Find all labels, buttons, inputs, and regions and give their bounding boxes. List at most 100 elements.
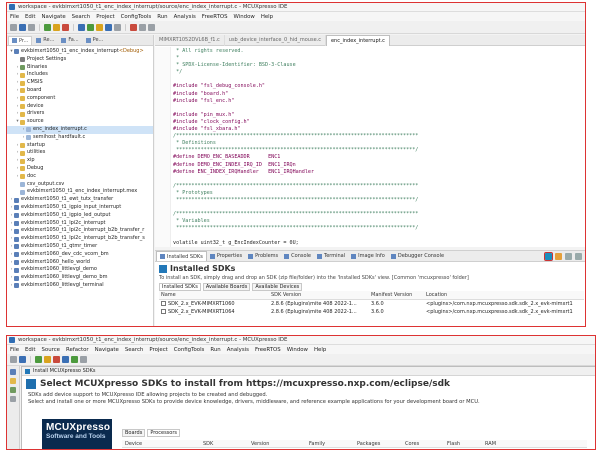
build-icon[interactable] — [44, 23, 51, 31]
debug-icon[interactable] — [78, 23, 85, 31]
new-icon[interactable] — [10, 356, 17, 363]
menu-item-source[interactable]: Source — [41, 347, 60, 353]
table-row[interactable]: SDK_2.x_EVK-MIMXRT1060 2.8.6 (Eplugins\mi… — [159, 300, 584, 309]
tree-item[interactable]: › component — [7, 95, 153, 103]
menu-item-run[interactable]: Run — [157, 14, 167, 20]
menu-item-freertos[interactable]: FreeRTOS — [255, 347, 281, 353]
editor-tab[interactable]: MIMXRT1052DVL6B_f1.c — [155, 34, 225, 46]
menu-item-refactor[interactable]: Refactor — [66, 347, 89, 353]
row-checkbox[interactable] — [161, 309, 166, 314]
tree-item[interactable]: › evkbimxrt1050_t1_igpio_led_output — [7, 212, 153, 220]
tree-item[interactable]: › evkbimxrt1050_t1_lpi2c_interrupt — [7, 220, 153, 228]
tree-item[interactable]: › evkbimxrt1060_littlevgl_demo — [7, 266, 153, 274]
menu-item-window[interactable]: Window — [287, 347, 308, 353]
explorer-tab[interactable]: Re... — [33, 36, 57, 44]
bottom-tab[interactable]: Problems — [245, 251, 281, 261]
bottom-tab[interactable]: Terminal — [314, 251, 348, 261]
tree-item[interactable]: ▾ source — [7, 118, 153, 126]
tree-item[interactable]: › evkbimxrt1060_littlevgl_terminal — [7, 282, 153, 290]
import-sdk-icon[interactable] — [555, 252, 562, 260]
print-icon[interactable] — [28, 23, 35, 31]
menu-item-navigate[interactable]: Navigate — [41, 14, 65, 20]
tree-item[interactable]: › Binaries — [7, 64, 153, 72]
run-icon[interactable] — [71, 356, 78, 363]
save-icon[interactable] — [19, 23, 26, 31]
menu-item-project[interactable]: Project — [149, 347, 167, 353]
menu-item-search[interactable]: Search — [72, 14, 91, 20]
run-icon[interactable] — [87, 23, 94, 31]
tree-item[interactable]: › evkbimxrt1050_t1_qtmr_timer — [7, 243, 153, 251]
menu-item-window[interactable]: Window — [234, 14, 255, 20]
debug-icon[interactable] — [62, 356, 69, 363]
tree-item[interactable]: › Debug — [7, 165, 153, 173]
menu-item-edit[interactable]: Edit — [25, 14, 35, 20]
row-checkbox[interactable] — [161, 301, 166, 306]
tree-item[interactable]: ▾ evkbimxrt1050_t1_enc_index_interrupt <D… — [7, 48, 153, 56]
bottom-tab[interactable]: Image Info — [348, 251, 388, 261]
tree-item[interactable]: › xip — [7, 157, 153, 165]
menu-item-configtools[interactable]: ConfigTools — [121, 14, 152, 20]
menu-item-project[interactable]: Project — [96, 14, 114, 20]
tree-item[interactable]: › evkbimxrt1060_hello_world — [7, 259, 153, 267]
tree-item[interactable]: › evkbimxrt1050_t1_lpi2c_interrupt_b2b_tr… — [7, 227, 153, 235]
tree-item[interactable]: › evkbimxrt1050_t1_ewt_tutx_transfer — [7, 196, 153, 204]
clocks-tool-icon[interactable] — [114, 23, 121, 31]
view-menu-icon[interactable] — [565, 252, 572, 260]
tree-item[interactable]: › device — [7, 103, 153, 111]
column-header[interactable]: RAM — [482, 440, 522, 447]
tree-item[interactable]: › evkbimxrt1060_littlevgl_demo_bm — [7, 274, 153, 282]
tree-item[interactable]: › CMSIS — [7, 79, 153, 87]
sdk-subtab[interactable]: Available Boards — [202, 283, 251, 291]
project-explorer-icon[interactable] — [10, 369, 16, 375]
menu-item-configtools[interactable]: ConfigTools — [174, 347, 205, 353]
tree-item[interactable]: › evkbimxrt1060_dev_cdc_vcom_bm — [7, 251, 153, 259]
tree-item[interactable]: › utilities — [7, 149, 153, 157]
menu-item-search[interactable]: Search — [125, 347, 144, 353]
editor-tab[interactable]: enc_index_interrupt.c — [325, 34, 390, 46]
bottom-tab[interactable]: Console — [281, 251, 314, 261]
bottom-tab[interactable]: Installed SDKs — [156, 251, 207, 261]
menu-item-file[interactable]: File — [10, 347, 19, 353]
terminate-icon[interactable] — [130, 23, 137, 31]
save-icon[interactable] — [19, 356, 26, 363]
sdk-subtab[interactable]: Installed SDKs — [159, 283, 201, 291]
column-header[interactable]: Manifest Version — [369, 291, 424, 300]
column-header[interactable]: Location — [424, 291, 584, 300]
clean-icon[interactable] — [62, 23, 69, 31]
tree-item[interactable]: Project Settings — [7, 56, 153, 64]
column-header[interactable]: Device — [122, 440, 200, 447]
column-header[interactable]: Cores — [402, 440, 444, 447]
column-header[interactable]: Name — [159, 291, 269, 300]
search-icon[interactable] — [148, 23, 155, 31]
editor-tab[interactable]: usb_device_interface_0_hid_mouse.c — [225, 34, 326, 46]
tree-item[interactable]: › evkbimxrt1050_t1_lpi2c_interrupt_b2b_tr… — [7, 235, 153, 243]
gui-flash-icon[interactable] — [96, 23, 103, 31]
build-icon[interactable] — [35, 356, 42, 363]
column-header[interactable]: SDK Version — [269, 291, 369, 300]
search-icon[interactable] — [80, 356, 87, 363]
menu-item-navigate[interactable]: Navigate — [95, 347, 119, 353]
folder-icon[interactable] — [10, 378, 16, 384]
explorer-tab[interactable]: Pr... — [8, 35, 33, 45]
menu-item-analysis[interactable]: Analysis — [227, 347, 249, 353]
explorer-tab[interactable]: Fa... — [58, 36, 81, 44]
new-icon[interactable] — [10, 23, 17, 31]
column-header[interactable]: Packages — [354, 440, 402, 447]
menu-item-help[interactable]: Help — [261, 14, 273, 20]
bottom-tab[interactable]: Debugger Console — [388, 251, 447, 261]
tree-item[interactable]: › Includes — [7, 71, 153, 79]
tree-item[interactable]: evkbimxrt1050_t1_enc_index_interrupt.mex — [7, 188, 153, 196]
dialog-tab-processors[interactable]: Processors — [147, 429, 180, 437]
column-header[interactable]: Version — [248, 440, 306, 447]
build-config-icon[interactable] — [53, 23, 60, 31]
tree-item[interactable]: csv_output.csv — [7, 181, 153, 189]
menu-item-freertos[interactable]: FreeRTOS — [202, 14, 228, 20]
sdk-subtab[interactable]: Available Devices — [252, 283, 303, 291]
minimize-icon[interactable] — [575, 252, 582, 260]
tree-item[interactable]: › doc — [7, 173, 153, 181]
table-row[interactable]: SDK_2.x_EVK-MIMXRT1064 2.8.6 (Eplugins\mi… — [159, 308, 584, 316]
code-area[interactable]: * All rights reserved. * * SPDX-License-… — [155, 47, 585, 247]
tree-item[interactable]: › drivers — [7, 110, 153, 118]
menu-item-edit[interactable]: Edit — [25, 347, 35, 353]
explorer-tab[interactable]: Pe... — [83, 36, 107, 44]
